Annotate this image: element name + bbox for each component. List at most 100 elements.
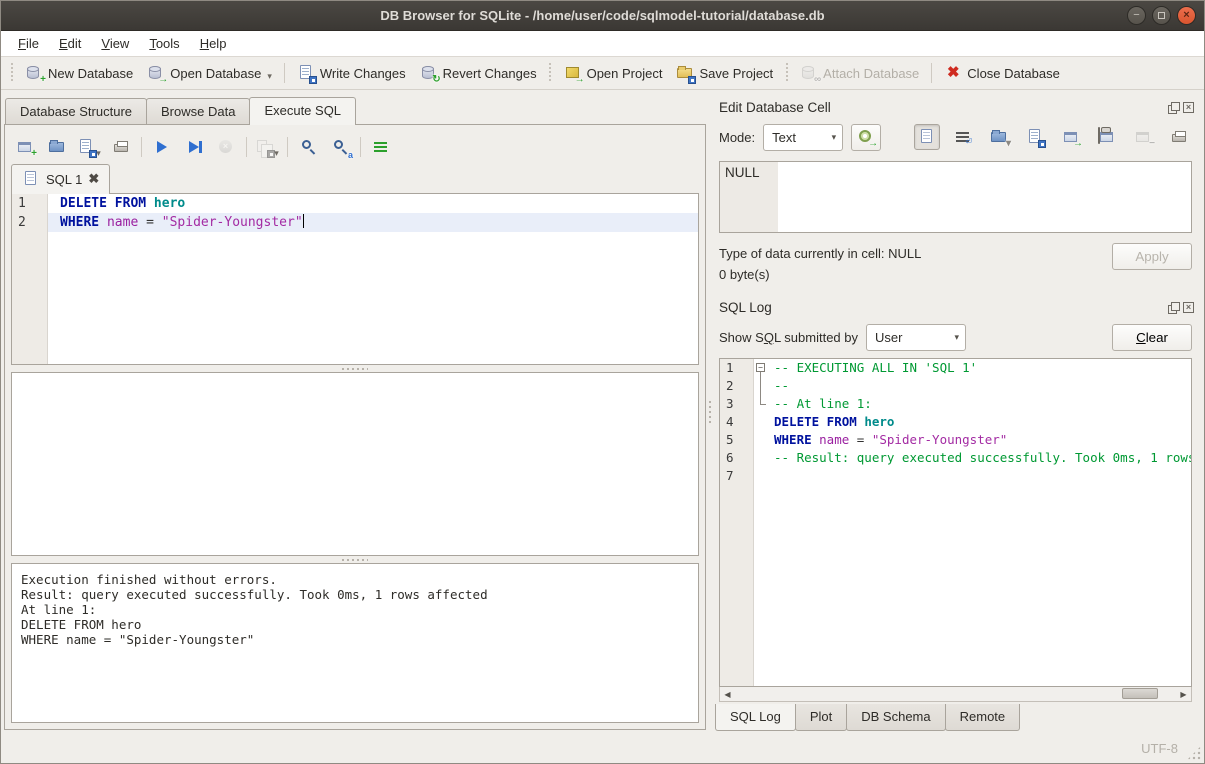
line-number: 5 (720, 431, 754, 449)
open-project-button[interactable]: →Open Project (557, 60, 670, 86)
scroll-right-icon[interactable]: ▶ (1176, 687, 1191, 701)
log-hscrollbar[interactable]: ◀ ▶ (719, 687, 1192, 702)
save-results-icon (255, 138, 273, 156)
auto-format-button[interactable] (369, 135, 393, 159)
apply-button[interactable]: Apply (1112, 243, 1192, 270)
log-text: -- Result: query executed successfully. … (770, 449, 1191, 467)
app-window: DB Browser for SQLite - /home/user/code/… (0, 0, 1205, 764)
menu-item-edit[interactable]: Edit (50, 33, 90, 54)
set-as-link-button[interactable] (1094, 124, 1120, 150)
edit-cell-dock-header[interactable]: Edit Database Cell × (713, 95, 1196, 119)
attach-database-button[interactable]: ∞Attach Database (793, 60, 926, 86)
word-wrap-button[interactable] (950, 124, 976, 150)
export-data-button[interactable] (1022, 124, 1048, 150)
bottom-dock-tabs: SQL LogPlotDB SchemaRemote (713, 704, 1196, 734)
open-database-icon: → (147, 64, 165, 82)
editor-results-splitter[interactable] (11, 365, 699, 372)
menu-item-help[interactable]: Help (191, 33, 236, 54)
sql-doc-tabbar: SQL 1 ✖ (11, 165, 699, 194)
close-icon[interactable]: × (1177, 6, 1196, 25)
revert-changes-button[interactable]: ↻Revert Changes (413, 60, 544, 86)
bottom-tab-sql-log[interactable]: SQL Log (715, 704, 796, 731)
scroll-track[interactable] (735, 687, 1176, 701)
open-sql-file-button[interactable] (45, 135, 69, 159)
find-replace-icon: a (331, 138, 349, 156)
print-cell-button[interactable] (1166, 124, 1192, 150)
fold-marker-icon[interactable]: − (754, 359, 770, 377)
write-changes-icon (297, 64, 315, 82)
bottom-tab-remote[interactable]: Remote (945, 704, 1021, 731)
results-grid[interactable] (11, 372, 699, 556)
fold-margin (754, 449, 770, 467)
tab-browse-data[interactable]: Browse Data (146, 98, 250, 125)
cell-info-row: Type of data currently in cell: NULL 0 b… (713, 233, 1196, 295)
editor-line[interactable]: 1DELETE FROM hero (12, 194, 698, 213)
line-number: 2 (720, 377, 754, 395)
text-mode-button[interactable] (914, 124, 940, 150)
set-null-button[interactable]: − (1130, 124, 1156, 150)
dock-float-icon[interactable] (1168, 102, 1179, 113)
line-number: 2 (12, 213, 48, 232)
line-number: 3 (720, 395, 754, 413)
clear-log-button[interactable]: Clear (1112, 324, 1192, 351)
new-database-button[interactable]: +New Database (18, 60, 140, 86)
execute-line-button[interactable] (182, 135, 206, 159)
close-database-button[interactable]: ✖Close Database (937, 60, 1067, 86)
find-icon (299, 138, 317, 156)
print-icon (112, 138, 130, 156)
dock-float-icon[interactable] (1168, 302, 1179, 313)
resize-grip-icon[interactable] (1187, 746, 1201, 760)
scroll-left-icon[interactable]: ◀ (720, 687, 735, 701)
import-data-button[interactable]: ▾ (986, 124, 1012, 150)
open-sql-tab-icon: + (16, 138, 34, 156)
bottom-tab-db-schema[interactable]: DB Schema (846, 704, 945, 731)
menu-item-file[interactable]: File (9, 33, 48, 54)
main-toolbar: +New Database→Open Database▾Write Change… (1, 57, 1204, 90)
find-replace-button[interactable]: a (328, 135, 352, 159)
dock-close-icon[interactable]: × (1183, 302, 1194, 313)
sql-log-dock-header[interactable]: SQL Log × (713, 295, 1196, 319)
write-changes-button[interactable]: Write Changes (290, 60, 413, 86)
tab-database-structure[interactable]: Database Structure (5, 98, 147, 125)
log-filter-select[interactable]: User ▾ (866, 324, 966, 351)
toolbar-separator (246, 137, 247, 157)
maximize-icon[interactable] (1152, 6, 1171, 25)
editor-line[interactable]: 2WHERE name = "Spider-Youngster" (12, 213, 698, 232)
revert-changes-icon: ↻ (420, 64, 438, 82)
tab-close-icon[interactable]: ✖ (88, 171, 99, 187)
open-in-external-button[interactable]: → (1058, 124, 1084, 150)
bottom-tab-plot[interactable]: Plot (795, 704, 847, 731)
open-sql-tab-button[interactable]: + (13, 135, 37, 159)
tab-execute-sql[interactable]: Execute SQL (249, 97, 356, 125)
print-button[interactable] (109, 135, 133, 159)
panel-splitter[interactable] (706, 90, 713, 734)
execute-all-button[interactable] (150, 135, 174, 159)
menu-item-view[interactable]: View (92, 33, 138, 54)
sql-editor[interactable]: 1DELETE FROM hero2WHERE name = "Spider-Y… (11, 193, 699, 365)
open-database-button[interactable]: →Open Database▾ (140, 60, 279, 86)
save-project-button[interactable]: Save Project (669, 60, 780, 86)
sql-log-view[interactable]: 1−-- EXECUTING ALL IN 'SQL 1'2--3-- At l… (719, 358, 1192, 687)
toolbar-button-label: New Database (48, 66, 133, 81)
results-messages-splitter[interactable] (11, 556, 699, 563)
save-sql-file-button[interactable]: ▾ (77, 135, 101, 159)
auto-switch-mode-button[interactable]: → (851, 124, 881, 151)
dock-close-icon[interactable]: × (1183, 102, 1194, 113)
menu-item-tools[interactable]: Tools (140, 33, 188, 54)
mode-select[interactable]: Text ▾ (763, 124, 843, 151)
fold-margin (754, 431, 770, 449)
close-database-icon: ✖ (944, 64, 962, 82)
sql-log-title: SQL Log (719, 300, 772, 315)
scroll-thumb[interactable] (1122, 688, 1158, 699)
chevron-down-icon: ▾ (818, 132, 837, 143)
sql-doc-tab[interactable]: SQL 1 ✖ (11, 164, 110, 194)
stop-button[interactable]: × (214, 135, 238, 159)
titlebar[interactable]: DB Browser for SQLite - /home/user/code/… (1, 1, 1204, 31)
toolbar-separator (931, 63, 932, 83)
toolbar-button-label: Open Project (587, 66, 663, 81)
save-results-button[interactable]: ▾ (255, 135, 279, 159)
toolbar-button-label: Open Database (170, 66, 261, 81)
find-button[interactable] (296, 135, 320, 159)
minimize-icon[interactable]: − (1127, 6, 1146, 25)
cell-value-editor[interactable]: NULL (719, 161, 1192, 233)
